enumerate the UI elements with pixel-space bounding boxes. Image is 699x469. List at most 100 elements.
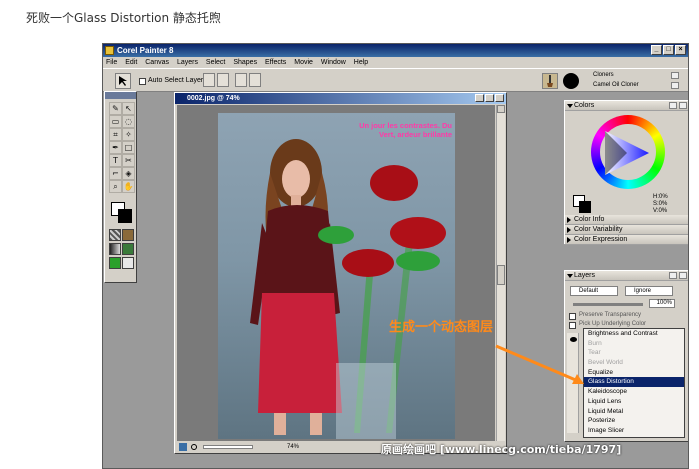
paint-bucket-icon[interactable]: ◈ xyxy=(122,167,135,180)
pen-tool-icon[interactable]: ✒ xyxy=(109,141,122,154)
close-button[interactable]: × xyxy=(675,45,686,55)
painter-logo-icon xyxy=(105,46,114,55)
menu-help[interactable]: Help xyxy=(354,59,368,66)
grabber-hand-icon[interactable]: ✋ xyxy=(122,180,135,193)
eye-icon[interactable] xyxy=(570,337,577,342)
crop-icon[interactable]: ⌗ xyxy=(109,128,122,141)
menu-item-equalize[interactable]: Equalize xyxy=(584,368,684,378)
brush-selector-bar: Cloners Camel Oil Cloner xyxy=(533,68,688,92)
menu-item-image-slicer[interactable]: Image Slicer xyxy=(584,426,684,436)
scissors-icon[interactable]: ✂ xyxy=(122,154,135,167)
composite-method-select[interactable]: Default xyxy=(570,286,618,296)
magic-wand-icon[interactable]: ✧ xyxy=(122,128,135,141)
photo-illustration xyxy=(250,139,446,439)
colors-panel-menu-button[interactable] xyxy=(669,102,677,109)
maximize-button[interactable]: □ xyxy=(663,45,674,55)
weave-selector-icon[interactable] xyxy=(122,257,134,269)
brush-variant-label: Camel Oil Cloner xyxy=(593,82,639,88)
menu-item-tear: Tear xyxy=(588,349,601,357)
toolbox-header[interactable] xyxy=(105,92,136,99)
minimize-button[interactable]: _ xyxy=(651,45,662,55)
opacity-slider[interactable] xyxy=(573,303,643,306)
colors-panel-title: Colors xyxy=(574,102,595,109)
zoom-slider[interactable] xyxy=(203,445,253,449)
menu-effects[interactable]: Effects xyxy=(265,59,286,66)
collapse-triangle-icon[interactable] xyxy=(567,274,573,278)
menu-file[interactable]: File xyxy=(106,59,117,66)
menu-layers[interactable]: Layers xyxy=(177,59,198,66)
menu-window[interactable]: Window xyxy=(321,59,346,66)
menu-select[interactable]: Select xyxy=(206,59,225,66)
color-variability-section[interactable]: Color Variability xyxy=(565,225,688,235)
menu-item-posterize[interactable]: Posterize xyxy=(584,416,684,426)
layers-panel-header[interactable]: Layers xyxy=(565,271,688,281)
document-vertical-scrollbar[interactable] xyxy=(496,105,505,441)
color-expression-section[interactable]: Color Expression xyxy=(565,235,688,245)
layers-panel-menu-button[interactable] xyxy=(669,272,677,279)
collapse-triangle-icon[interactable] xyxy=(567,104,573,108)
menu-item-liquid-metal[interactable]: Liquid Metal xyxy=(584,407,684,417)
layer-visibility-column xyxy=(567,333,579,433)
document-title: 0002.jpg @ 74% xyxy=(187,95,240,102)
look-selector-icon[interactable] xyxy=(109,257,121,269)
shape-tool-icon[interactable]: □ xyxy=(122,141,135,154)
brush-variant-dropdown[interactable] xyxy=(671,82,679,89)
vertical-scroll-thumb[interactable] xyxy=(497,265,505,285)
layer-back-icon[interactable] xyxy=(249,73,261,87)
opacity-field[interactable]: 100% xyxy=(649,299,675,308)
pattern-selector-icon[interactable] xyxy=(122,229,134,241)
magnifier-icon[interactable]: ⌕ xyxy=(109,180,122,193)
layer-group-icon[interactable] xyxy=(217,73,229,87)
brush-category-icon[interactable] xyxy=(542,73,558,89)
preserve-transparency-checkbox[interactable] xyxy=(569,313,576,320)
menu-item-glass-distortion[interactable]: Glass Distortion xyxy=(584,377,684,388)
expand-triangle-icon[interactable] xyxy=(567,227,571,233)
menu-item-kaleidoscope[interactable]: Kaleidoscope xyxy=(584,387,684,397)
color-info-section[interactable]: Color Info xyxy=(565,215,688,225)
text-tool-icon[interactable]: T xyxy=(109,154,122,167)
doc-close-button[interactable] xyxy=(495,94,504,102)
additional-color-swatch[interactable] xyxy=(118,209,132,223)
menu-canvas[interactable]: Canvas xyxy=(145,59,169,66)
pick-up-underlying-checkbox[interactable] xyxy=(569,322,576,329)
magazine-photo: Un jour les contrastes. Du Vert, ardeur … xyxy=(218,113,455,439)
color-readout-h: H:0% xyxy=(653,194,668,200)
document-canvas[interactable]: Un jour les contrastes. Du Vert, ardeur … xyxy=(177,105,495,441)
expand-triangle-icon[interactable] xyxy=(567,217,571,223)
doc-maximize-button[interactable] xyxy=(485,94,494,102)
document-titlebar[interactable]: 0002.jpg @ 74% xyxy=(175,93,506,104)
menu-item-brightness-contrast[interactable]: Brightness and Contrast xyxy=(584,329,684,339)
zoom-icon[interactable] xyxy=(191,444,197,450)
menu-item-liquid-lens[interactable]: Liquid Lens xyxy=(584,397,684,407)
menu-shapes[interactable]: Shapes xyxy=(233,59,257,66)
gradient-selector-icon[interactable] xyxy=(109,243,121,255)
layer-adjuster-tool-icon[interactable]: ↖ xyxy=(122,102,135,115)
auto-select-layer-checkbox[interactable] xyxy=(139,78,146,85)
doc-minimize-button[interactable] xyxy=(475,94,484,102)
dropper-icon[interactable]: ⌐ xyxy=(109,167,122,180)
layer-front-icon[interactable] xyxy=(235,73,247,87)
expand-triangle-icon[interactable] xyxy=(567,237,571,243)
zoom-readout: 74% xyxy=(287,444,300,450)
menu-movie[interactable]: Movie xyxy=(294,59,313,66)
brush-tool-icon[interactable]: ✎ xyxy=(109,102,122,115)
nozzle-selector-icon[interactable] xyxy=(122,243,134,255)
layers-panel-title: Layers xyxy=(574,272,596,279)
rectangle-select-icon[interactable]: ▭ xyxy=(109,115,122,128)
magazine-headline: Un jour les contrastes. Du Vert, ardeur … xyxy=(344,121,452,139)
layers-panel-close-button[interactable] xyxy=(679,272,687,279)
saturation-value-triangle[interactable] xyxy=(601,129,653,177)
layer-adjuster-icon[interactable] xyxy=(115,73,131,89)
colors-additional-swatch[interactable] xyxy=(579,201,591,213)
brush-category-dropdown[interactable] xyxy=(671,72,679,79)
scroll-up-arrow-icon[interactable] xyxy=(497,105,505,113)
menu-edit[interactable]: Edit xyxy=(125,59,137,66)
composite-depth-select[interactable]: Ignore xyxy=(625,286,673,296)
tracing-paper-icon[interactable] xyxy=(179,443,187,451)
brush-variant-dab-icon[interactable] xyxy=(563,73,579,89)
paper-selector-icon[interactable] xyxy=(109,229,121,241)
colors-panel-close-button[interactable] xyxy=(679,102,687,109)
lasso-icon[interactable]: ◌ xyxy=(122,115,135,128)
colors-panel-header[interactable]: Colors xyxy=(565,101,688,111)
layer-align-icon[interactable] xyxy=(203,73,215,87)
